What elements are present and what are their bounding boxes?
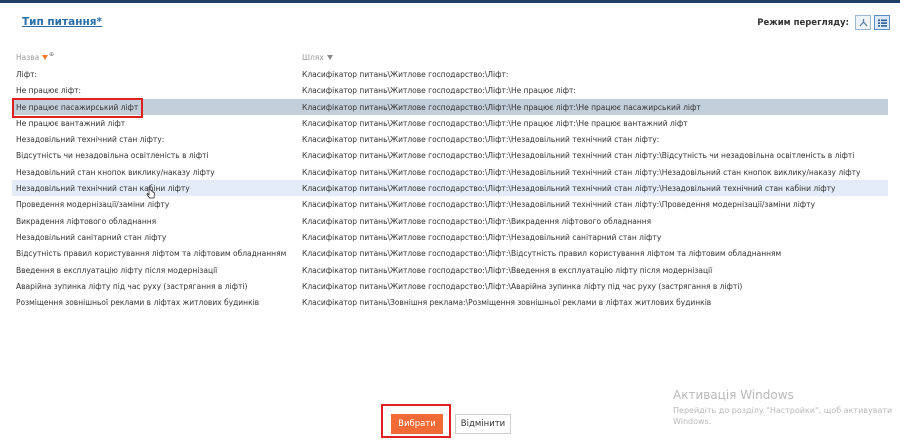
row-name-cell: Незадовільний технічний стан ліфту: — [16, 135, 165, 145]
table-row[interactable]: Аварійна зупинка ліфту під час руху (зас… — [12, 278, 888, 294]
row-name-cell: Відсутність чи незадовільна освітленість… — [16, 151, 209, 161]
row-name-cell: Аварійна зупинка ліфту під час руху (зас… — [16, 281, 248, 291]
table-row[interactable]: Ліфт: Класифікатор питань\Житлове господа… — [12, 66, 888, 82]
table-row[interactable]: Викрадення ліфтового обладнання Класифіка… — [12, 213, 888, 229]
top-border — [0, 0, 900, 3]
row-name-cell: Введення в експлуатацію ліфту після моде… — [16, 265, 218, 275]
row-name-cell: Викрадення ліфтового обладнання — [16, 216, 157, 226]
list-view-button[interactable] — [874, 15, 890, 30]
tree-view-icon — [859, 18, 867, 26]
table-row[interactable]: Незадовільний технічний стан кабіни ліфт… — [12, 180, 888, 197]
watermark-title: Активація Windows — [673, 388, 794, 402]
row-path-cell: Класифікатор питань\Житлове господарство… — [302, 167, 861, 177]
table-row[interactable]: Введення в експлуатацію ліфту після моде… — [12, 262, 888, 278]
filter-icon[interactable] — [42, 55, 49, 60]
row-path-cell: Класифікатор питань\Житлове господарство… — [302, 135, 660, 145]
row-path-cell: Класифікатор питань\Житлове господарство… — [302, 102, 701, 112]
table-header: Назва ⊕ Шлях — [12, 49, 888, 65]
column-path-label: Шлях — [302, 53, 324, 62]
row-path-cell: Класифікатор питань\Житлове господарство… — [302, 265, 713, 275]
row-path-cell: Класифікатор питань\Житлове господарство… — [302, 232, 662, 242]
mouse-cursor-icon — [146, 186, 155, 199]
highlight-box-row — [12, 98, 143, 118]
row-path-cell: Класифікатор питань\Житлове господарство… — [302, 249, 782, 259]
table-row[interactable]: Відсутність чи незадовільна освітленість… — [12, 147, 888, 163]
row-path-cell: Класифікатор питань\Житлове господарство… — [302, 86, 576, 96]
table-body: Ліфт: Класифікатор питань\Житлове господа… — [12, 66, 888, 310]
tree-view-button[interactable] — [855, 15, 871, 30]
filter-icon[interactable] — [326, 55, 333, 60]
row-path-cell: Класифікатор питань\Житлове господарство… — [302, 216, 652, 226]
column-header-path[interactable]: Шлях — [302, 53, 333, 62]
cancel-button[interactable]: Відмінити — [455, 414, 511, 434]
sort-icon[interactable]: ⊕ — [49, 51, 54, 58]
table-row[interactable]: Проведення модернізації/заміни ліфту Клас… — [12, 196, 888, 212]
row-name-cell: Незадовільний технічний стан кабіни ліфт… — [16, 184, 190, 194]
row-path-cell: Класифікатор питань\Зовнішня реклама:\Ро… — [302, 298, 712, 308]
row-name-cell: Відсутність правил користування ліфтом т… — [16, 249, 287, 259]
table-row[interactable]: Незадовільний санітарний стан ліфту Класи… — [12, 229, 888, 245]
view-mode-switch: Режим перегляду: — [757, 15, 890, 30]
column-header-name[interactable]: Назва ⊕ — [16, 51, 54, 62]
row-path-cell: Класифікатор питань\Житлове господарство… — [302, 281, 743, 291]
row-path-cell: Класифікатор питань\Житлове господарство… — [302, 118, 688, 128]
row-name-cell: Не працює вантажний ліфт — [16, 118, 126, 128]
row-name-cell: Проведення модернізації/заміни ліфту — [16, 200, 170, 210]
table-row[interactable]: Не працює вантажний ліфт Класифікатор пит… — [12, 115, 888, 131]
row-name-cell: Розміщення зовнішньої реклами в ліфтах ж… — [16, 298, 260, 308]
windows-activation-watermark: Активація Windows Перейдіть до розділу "… — [673, 388, 893, 427]
row-name-cell: Не працює ліфт: — [16, 86, 82, 96]
row-path-cell: Класифікатор питань\Житлове господарство… — [302, 200, 816, 210]
watermark-subtitle: Перейдіть до розділу "Настройки", щоб ак… — [673, 406, 893, 426]
row-path-cell: Класифікатор питань\Житлове господарство… — [302, 70, 509, 79]
table-row[interactable]: Відсутність правил користування ліфтом т… — [12, 245, 888, 261]
table-row[interactable]: Розміщення зовнішньої реклами в ліфтах ж… — [12, 294, 888, 310]
table-row[interactable]: Незадовільний технічний стан ліфту: Класи… — [12, 131, 888, 147]
list-view-icon — [877, 19, 887, 27]
view-mode-label: Режим перегляду: — [757, 17, 849, 28]
row-name-cell: Ліфт: — [16, 70, 38, 79]
row-path-cell: Класифікатор питань\Житлове господарство… — [302, 184, 836, 194]
select-button[interactable]: Вибрати — [391, 414, 443, 434]
table-row[interactable]: Не працює пасажирський ліфт Класифікатор … — [12, 98, 888, 115]
row-path-cell: Класифікатор питань\Житлове господарство… — [302, 151, 855, 161]
row-name-cell: Незадовільний стан кнопок виклику/наказу… — [16, 167, 215, 177]
page-title[interactable]: Тип питання* — [22, 16, 102, 28]
column-name-label: Назва — [16, 53, 40, 62]
row-name-cell: Незадовільний санітарний стан ліфту — [16, 232, 167, 242]
table-row[interactable]: Незадовільний стан кнопок виклику/наказу… — [12, 164, 888, 180]
table-row[interactable]: Не працює ліфт: Класифікатор питань\Житло… — [12, 82, 888, 98]
